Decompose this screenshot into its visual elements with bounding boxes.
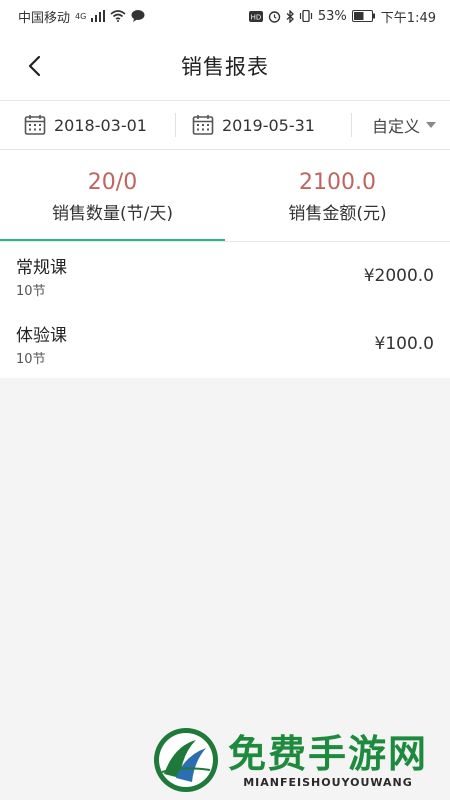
start-date-value: 2018-03-01 (54, 115, 147, 135)
watermark-logo-icon (154, 728, 218, 792)
watermark-title: 免费手游网 (228, 731, 429, 776)
calendar-icon (192, 115, 214, 135)
status-bar: 中国移动 4G HD 53% 下午1:49 (0, 0, 450, 32)
battery-percent: 53% (317, 8, 347, 24)
battery-icon (351, 10, 376, 22)
tab-sales-quantity[interactable]: 20/0 销售数量(节/天) (0, 150, 225, 242)
course-amount: ¥2000.0 (363, 266, 434, 286)
carrier-label: 中国移动 (18, 10, 71, 26)
list-item[interactable]: 常规课 10节 ¥2000.0 (0, 242, 450, 310)
status-left: 中国移动 4G (18, 7, 145, 26)
preset-label: 自定义 (371, 117, 420, 136)
stat-value: 2100.0 (299, 170, 376, 195)
stats-tabs: 20/0 销售数量(节/天) 2100.0 销售金额(元) (0, 150, 450, 242)
caret-down-icon (426, 122, 436, 128)
list-item[interactable]: 体验课 10节 ¥100.0 (0, 310, 450, 378)
bluetooth-icon (286, 9, 294, 23)
page-title: 销售报表 (181, 55, 269, 79)
end-date-value: 2019-05-31 (222, 115, 315, 135)
tab-divider (0, 241, 450, 242)
watermark-subtitle: MIANFEISHOUYOUWANG (243, 775, 413, 789)
network-type: 4G (75, 11, 87, 21)
end-date-picker[interactable]: 2019-05-31 (176, 101, 351, 149)
course-info: 常规课 10节 (16, 253, 67, 299)
calendar-icon (24, 115, 46, 135)
course-name: 体验课 (16, 326, 67, 346)
range-preset-dropdown[interactable]: 自定义 (352, 101, 450, 149)
back-button[interactable] (20, 52, 48, 80)
app-header: 销售报表 (0, 32, 450, 100)
course-name: 常规课 (16, 258, 67, 278)
stat-label: 销售金额(元) (288, 204, 387, 224)
tab-sales-amount[interactable]: 2100.0 销售金额(元) (225, 150, 450, 242)
hd-icon: HD (248, 10, 263, 22)
course-info: 体验课 10节 (16, 321, 67, 367)
watermark: 免费手游网 MIANFEISHOUYOUWANG (152, 726, 428, 794)
course-list: 常规课 10节 ¥2000.0 体验课 10节 ¥100.0 (0, 242, 450, 378)
svg-text:HD: HD (251, 13, 262, 21)
clock: 下午1:49 (380, 10, 436, 26)
course-count: 10节 (16, 284, 46, 299)
chevron-left-icon (28, 55, 41, 77)
alarm-icon (268, 10, 281, 23)
signal-icon (91, 10, 106, 22)
stat-value: 20/0 (87, 170, 138, 195)
date-filter-bar: 2018-03-01 2019-05-31 自定义 (0, 100, 450, 150)
start-date-picker[interactable]: 2018-03-01 (0, 101, 175, 149)
course-count: 10节 (16, 352, 46, 367)
message-icon (131, 10, 145, 22)
course-amount: ¥100.0 (374, 334, 434, 354)
stat-label: 销售数量(节/天) (52, 204, 173, 224)
watermark-text: 免费手游网 MIANFEISHOUYOUWANG (228, 732, 428, 789)
status-right: HD 53% 下午1:49 (248, 7, 436, 26)
vibrate-icon (299, 10, 313, 22)
wifi-icon (110, 10, 126, 22)
